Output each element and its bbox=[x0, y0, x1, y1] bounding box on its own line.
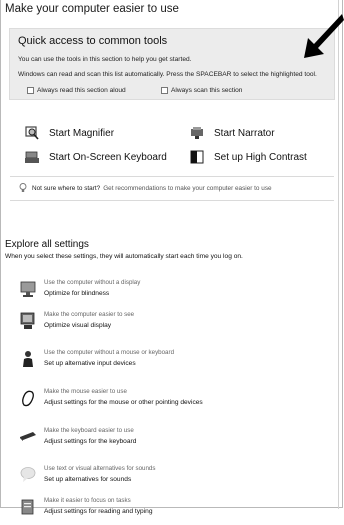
document-icon bbox=[21, 499, 34, 515]
black-arrow-icon bbox=[304, 14, 344, 58]
setting-subtitle: Make the mouse easier to use bbox=[44, 388, 127, 395]
checkbox-box[interactable] bbox=[27, 87, 34, 94]
setting-link[interactable]: Optimize for blindness bbox=[44, 290, 109, 297]
checkbox-box[interactable] bbox=[161, 87, 168, 94]
person-icon bbox=[23, 351, 33, 367]
display-icon bbox=[20, 312, 35, 329]
start-onscreen-keyboard-button[interactable]: Start On-Screen Keyboard bbox=[25, 150, 167, 164]
recommendations-link[interactable]: Get recommendations to make your compute… bbox=[103, 185, 271, 192]
setting-item-easier-to-see[interactable]: Make the computer easier to see Optimize… bbox=[20, 311, 330, 339]
setting-subtitle: Make the keyboard easier to use bbox=[44, 427, 134, 434]
start-narrator-button[interactable]: Start Narrator bbox=[190, 126, 275, 140]
setting-link[interactable]: Set up alternative input devices bbox=[44, 360, 136, 367]
hint-question: Not sure where to start? bbox=[32, 184, 101, 192]
speech-bubble-icon bbox=[20, 467, 36, 482]
explore-title: Explore all settings bbox=[5, 239, 89, 250]
high-contrast-icon bbox=[190, 150, 204, 164]
setting-link[interactable]: Adjust settings for reading and typing bbox=[44, 508, 153, 515]
setting-item-mouse[interactable]: Make the mouse easier to use Adjust sett… bbox=[20, 388, 330, 416]
always-scan-label: Always scan this section bbox=[171, 87, 243, 94]
setting-subtitle: Make it easier to focus on tasks bbox=[44, 497, 131, 504]
start-narrator-label: Start Narrator bbox=[214, 127, 275, 139]
keyboard-icon bbox=[25, 151, 39, 163]
always-read-label: Always read this section aloud bbox=[37, 87, 126, 94]
scrollbar-edge[interactable] bbox=[338, 0, 339, 509]
start-magnifier-label: Start Magnifier bbox=[49, 127, 115, 139]
setting-link[interactable]: Set up alternatives for sounds bbox=[44, 476, 131, 483]
lightbulb-icon bbox=[19, 183, 27, 192]
divider bbox=[10, 176, 334, 177]
setting-item-sounds[interactable]: Use text or visual alternatives for soun… bbox=[20, 465, 330, 493]
divider bbox=[10, 200, 334, 201]
tools-section: Start Magnifier Start Narrator Start On-… bbox=[0, 120, 344, 170]
monitor-icon bbox=[20, 281, 36, 297]
setting-link[interactable]: Adjust settings for the mouse or other p… bbox=[44, 399, 203, 406]
setting-subtitle: Use the computer without a display bbox=[44, 279, 141, 286]
quick-access-panel: Quick access to common tools You can use… bbox=[9, 28, 335, 100]
setting-subtitle: Use the computer without a mouse or keyb… bbox=[44, 349, 175, 356]
setting-item-without-display[interactable]: Use the computer without a display Optim… bbox=[20, 279, 330, 307]
always-scan-checkbox[interactable]: Always scan this section bbox=[161, 87, 242, 94]
magnifier-icon bbox=[25, 126, 39, 140]
start-magnifier-button[interactable]: Start Magnifier bbox=[25, 126, 114, 140]
page-title: Make your computer easier to use bbox=[5, 3, 179, 15]
explore-description: When you select these settings, they wil… bbox=[5, 253, 243, 260]
mouse-icon bbox=[22, 390, 34, 407]
setting-item-keyboard[interactable]: Make the keyboard easier to use Adjust s… bbox=[20, 427, 330, 455]
recommendation-hint[interactable]: Not sure where to start? Get recommendat… bbox=[19, 183, 272, 193]
setting-link[interactable]: Optimize visual display bbox=[44, 322, 111, 329]
setting-item-focus[interactable]: Make it easier to focus on tasks Adjust … bbox=[20, 497, 330, 525]
setting-link[interactable]: Adjust settings for the keyboard bbox=[44, 438, 136, 445]
setup-high-contrast-label: Set up High Contrast bbox=[214, 151, 307, 163]
quick-access-title: Quick access to common tools bbox=[18, 35, 168, 47]
keyboard-icon bbox=[20, 432, 36, 441]
quick-access-line1: You can use the tools in this section to… bbox=[18, 56, 192, 63]
setting-subtitle: Use text or visual alternatives for soun… bbox=[44, 465, 156, 472]
quick-access-line2: Windows can read and scan this list auto… bbox=[18, 71, 317, 78]
setting-subtitle: Make the computer easier to see bbox=[44, 311, 135, 318]
always-read-checkbox[interactable]: Always read this section aloud bbox=[27, 87, 126, 94]
narrator-icon bbox=[191, 127, 203, 139]
setup-high-contrast-button[interactable]: Set up High Contrast bbox=[190, 150, 307, 164]
start-onscreen-keyboard-label: Start On-Screen Keyboard bbox=[49, 151, 167, 163]
setting-item-without-mouse-keyboard[interactable]: Use the computer without a mouse or keyb… bbox=[20, 349, 330, 377]
